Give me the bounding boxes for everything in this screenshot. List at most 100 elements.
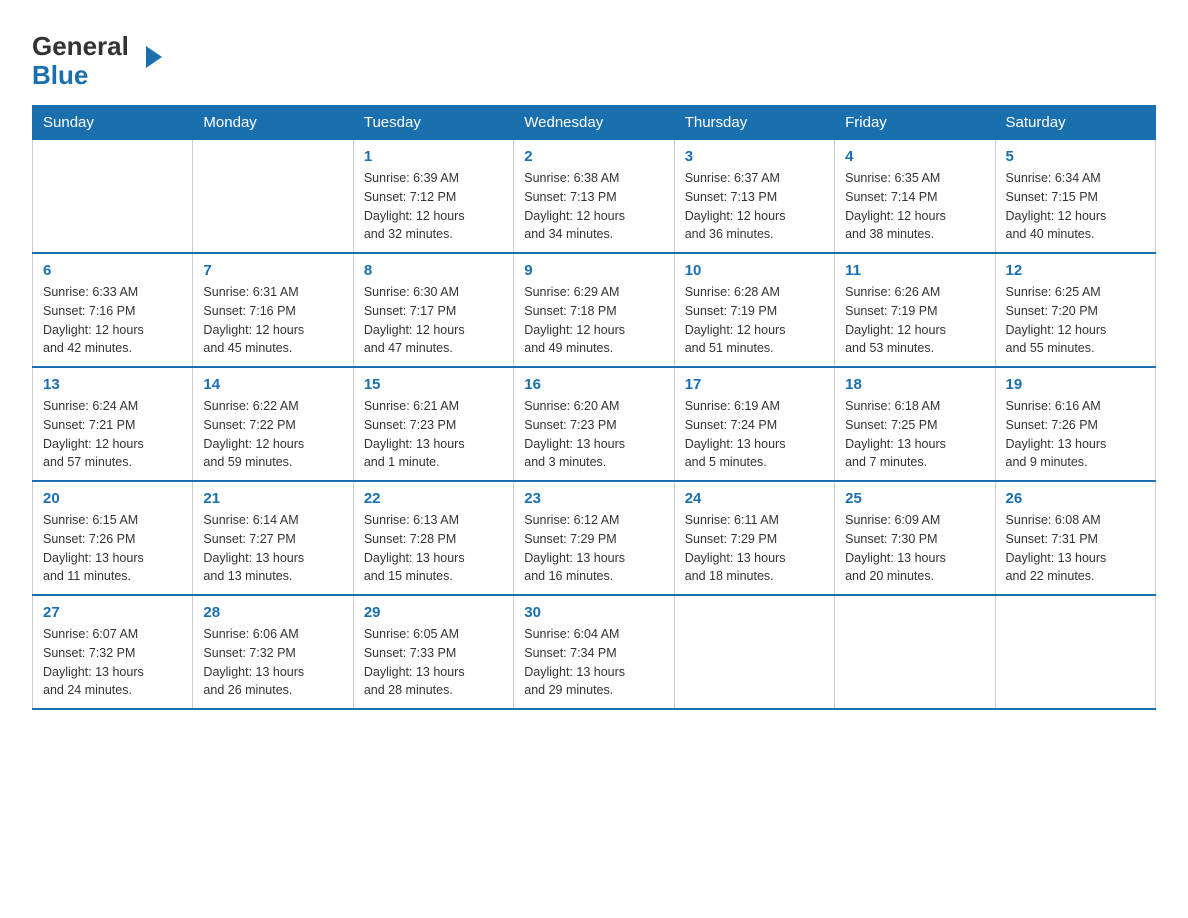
- day-number: 19: [1006, 376, 1145, 393]
- calendar-table: SundayMondayTuesdayWednesdayThursdayFrid…: [32, 105, 1156, 710]
- day-info: Sunrise: 6:13 AM Sunset: 7:28 PM Dayligh…: [364, 511, 503, 586]
- day-number: 2: [524, 148, 663, 165]
- day-number: 28: [203, 604, 342, 621]
- day-info: Sunrise: 6:33 AM Sunset: 7:16 PM Dayligh…: [43, 283, 182, 358]
- calendar-cell-w3-d2: 15 Sunrise: 6:21 AM Sunset: 7:23 PM Dayli…: [353, 367, 513, 481]
- calendar-cell-w5-d6: [995, 595, 1155, 709]
- day-info: Sunrise: 6:26 AM Sunset: 7:19 PM Dayligh…: [845, 283, 984, 358]
- calendar-cell-w3-d4: 17Sunrise: 6:19 AM Sunset: 7:24 PM Dayli…: [674, 367, 834, 481]
- calendar-cell-w4-d0: 20Sunrise: 6:15 AM Sunset: 7:26 PM Dayli…: [33, 481, 193, 595]
- calendar-cell-w4-d4: 24Sunrise: 6:11 AM Sunset: 7:29 PM Dayli…: [674, 481, 834, 595]
- day-info: Sunrise: 6:38 AM Sunset: 7:13 PM Dayligh…: [524, 169, 663, 244]
- header-tuesday: Tuesday: [353, 106, 513, 140]
- day-number: 22: [364, 490, 503, 507]
- day-info: Sunrise: 6:22 AM Sunset: 7:22 PM Dayligh…: [203, 397, 342, 472]
- day-info: Sunrise: 6:16 AM Sunset: 7:26 PM Dayligh…: [1006, 397, 1145, 472]
- day-info: Sunrise: 6:21 AM Sunset: 7:23 PM Dayligh…: [364, 397, 503, 472]
- header-wednesday: Wednesday: [514, 106, 674, 140]
- logo-arrow-svg: [146, 46, 162, 68]
- day-info: Sunrise: 6:39 AM Sunset: 7:12 PM Dayligh…: [364, 169, 503, 244]
- day-info: Sunrise: 6:20 AM Sunset: 7:23 PM Dayligh…: [524, 397, 663, 472]
- calendar-cell-w3-d0: 13 Sunrise: 6:24 AM Sunset: 7:21 PM Dayli…: [33, 367, 193, 481]
- calendar-body: 1 Sunrise: 6:39 AM Sunset: 7:12 PM Daylig…: [33, 140, 1156, 710]
- header-sunday: Sunday: [33, 106, 193, 140]
- day-info: Sunrise: 6:30 AM Sunset: 7:17 PM Dayligh…: [364, 283, 503, 358]
- header-saturday: Saturday: [995, 106, 1155, 140]
- calendar-header-row: SundayMondayTuesdayWednesdayThursdayFrid…: [33, 106, 1156, 140]
- week-row-4: 20Sunrise: 6:15 AM Sunset: 7:26 PM Dayli…: [33, 481, 1156, 595]
- day-number: 29: [364, 604, 503, 621]
- day-info: Sunrise: 6:24 AM Sunset: 7:21 PM Dayligh…: [43, 397, 182, 472]
- logo-blue-text: Blue: [32, 60, 88, 90]
- calendar-cell-w3-d1: 14 Sunrise: 6:22 AM Sunset: 7:22 PM Dayli…: [193, 367, 353, 481]
- day-number: 12: [1006, 262, 1145, 279]
- calendar-cell-w4-d6: 26Sunrise: 6:08 AM Sunset: 7:31 PM Dayli…: [995, 481, 1155, 595]
- logo-general-text: General: [32, 32, 129, 61]
- day-info: Sunrise: 6:35 AM Sunset: 7:14 PM Dayligh…: [845, 169, 984, 244]
- header-monday: Monday: [193, 106, 353, 140]
- day-number: 1: [364, 148, 503, 165]
- page-header: General Blue: [32, 24, 1156, 89]
- header-thursday: Thursday: [674, 106, 834, 140]
- day-info: Sunrise: 6:08 AM Sunset: 7:31 PM Dayligh…: [1006, 511, 1145, 586]
- day-number: 10: [685, 262, 824, 279]
- day-info: Sunrise: 6:18 AM Sunset: 7:25 PM Dayligh…: [845, 397, 984, 472]
- day-number: 27: [43, 604, 182, 621]
- day-number: 16: [524, 376, 663, 393]
- day-info: Sunrise: 6:06 AM Sunset: 7:32 PM Dayligh…: [203, 625, 342, 700]
- day-number: 5: [1006, 148, 1145, 165]
- day-info: Sunrise: 6:04 AM Sunset: 7:34 PM Dayligh…: [524, 625, 663, 700]
- day-number: 3: [685, 148, 824, 165]
- day-info: Sunrise: 6:31 AM Sunset: 7:16 PM Dayligh…: [203, 283, 342, 358]
- calendar-cell-w1-d0: [33, 140, 193, 254]
- calendar-cell-w5-d1: 28 Sunrise: 6:06 AM Sunset: 7:32 PM Dayli…: [193, 595, 353, 709]
- calendar-cell-w5-d0: 27 Sunrise: 6:07 AM Sunset: 7:32 PM Dayli…: [33, 595, 193, 709]
- day-number: 13: [43, 376, 182, 393]
- calendar-cell-w1-d2: 1 Sunrise: 6:39 AM Sunset: 7:12 PM Daylig…: [353, 140, 513, 254]
- day-number: 7: [203, 262, 342, 279]
- day-info: Sunrise: 6:28 AM Sunset: 7:19 PM Dayligh…: [685, 283, 824, 358]
- day-info: Sunrise: 6:07 AM Sunset: 7:32 PM Dayligh…: [43, 625, 182, 700]
- week-row-5: 27 Sunrise: 6:07 AM Sunset: 7:32 PM Dayli…: [33, 595, 1156, 709]
- day-info: Sunrise: 6:29 AM Sunset: 7:18 PM Dayligh…: [524, 283, 663, 358]
- day-info: Sunrise: 6:25 AM Sunset: 7:20 PM Dayligh…: [1006, 283, 1145, 358]
- calendar-cell-w2-d2: 8 Sunrise: 6:30 AM Sunset: 7:17 PM Daylig…: [353, 253, 513, 367]
- day-info: Sunrise: 6:37 AM Sunset: 7:13 PM Dayligh…: [685, 169, 824, 244]
- calendar-cell-w1-d6: 5Sunrise: 6:34 AM Sunset: 7:15 PM Daylig…: [995, 140, 1155, 254]
- day-number: 11: [845, 262, 984, 279]
- calendar-cell-w2-d6: 12 Sunrise: 6:25 AM Sunset: 7:20 PM Dayli…: [995, 253, 1155, 367]
- calendar-cell-w1-d5: 4 Sunrise: 6:35 AM Sunset: 7:14 PM Daylig…: [835, 140, 995, 254]
- calendar-cell-w5-d4: [674, 595, 834, 709]
- day-number: 6: [43, 262, 182, 279]
- calendar-cell-w2-d0: 6 Sunrise: 6:33 AM Sunset: 7:16 PM Daylig…: [33, 253, 193, 367]
- day-number: 4: [845, 148, 984, 165]
- day-info: Sunrise: 6:15 AM Sunset: 7:26 PM Dayligh…: [43, 511, 182, 586]
- day-info: Sunrise: 6:14 AM Sunset: 7:27 PM Dayligh…: [203, 511, 342, 586]
- calendar-cell-w2-d4: 10 Sunrise: 6:28 AM Sunset: 7:19 PM Dayli…: [674, 253, 834, 367]
- day-number: 18: [845, 376, 984, 393]
- calendar-cell-w1-d3: 2 Sunrise: 6:38 AM Sunset: 7:13 PM Daylig…: [514, 140, 674, 254]
- calendar-cell-w5-d3: 30 Sunrise: 6:04 AM Sunset: 7:34 PM Dayli…: [514, 595, 674, 709]
- day-info: Sunrise: 6:09 AM Sunset: 7:30 PM Dayligh…: [845, 511, 984, 586]
- day-number: 21: [203, 490, 342, 507]
- calendar-cell-w2-d3: 9 Sunrise: 6:29 AM Sunset: 7:18 PM Daylig…: [514, 253, 674, 367]
- calendar-cell-w4-d2: 22 Sunrise: 6:13 AM Sunset: 7:28 PM Dayli…: [353, 481, 513, 595]
- week-row-3: 13 Sunrise: 6:24 AM Sunset: 7:21 PM Dayli…: [33, 367, 1156, 481]
- calendar-cell-w1-d4: 3 Sunrise: 6:37 AM Sunset: 7:13 PM Daylig…: [674, 140, 834, 254]
- calendar-cell-w4-d1: 21 Sunrise: 6:14 AM Sunset: 7:27 PM Dayli…: [193, 481, 353, 595]
- calendar-cell-w4-d3: 23 Sunrise: 6:12 AM Sunset: 7:29 PM Dayli…: [514, 481, 674, 595]
- day-info: Sunrise: 6:12 AM Sunset: 7:29 PM Dayligh…: [524, 511, 663, 586]
- day-number: 30: [524, 604, 663, 621]
- calendar-cell-w5-d5: [835, 595, 995, 709]
- logo: General Blue: [32, 32, 146, 89]
- day-number: 14: [203, 376, 342, 393]
- week-row-1: 1 Sunrise: 6:39 AM Sunset: 7:12 PM Daylig…: [33, 140, 1156, 254]
- day-number: 24: [685, 490, 824, 507]
- day-number: 23: [524, 490, 663, 507]
- day-number: 8: [364, 262, 503, 279]
- day-number: 9: [524, 262, 663, 279]
- day-number: 15: [364, 376, 503, 393]
- calendar-cell-w3-d3: 16 Sunrise: 6:20 AM Sunset: 7:23 PM Dayli…: [514, 367, 674, 481]
- day-number: 25: [845, 490, 984, 507]
- day-number: 17: [685, 376, 824, 393]
